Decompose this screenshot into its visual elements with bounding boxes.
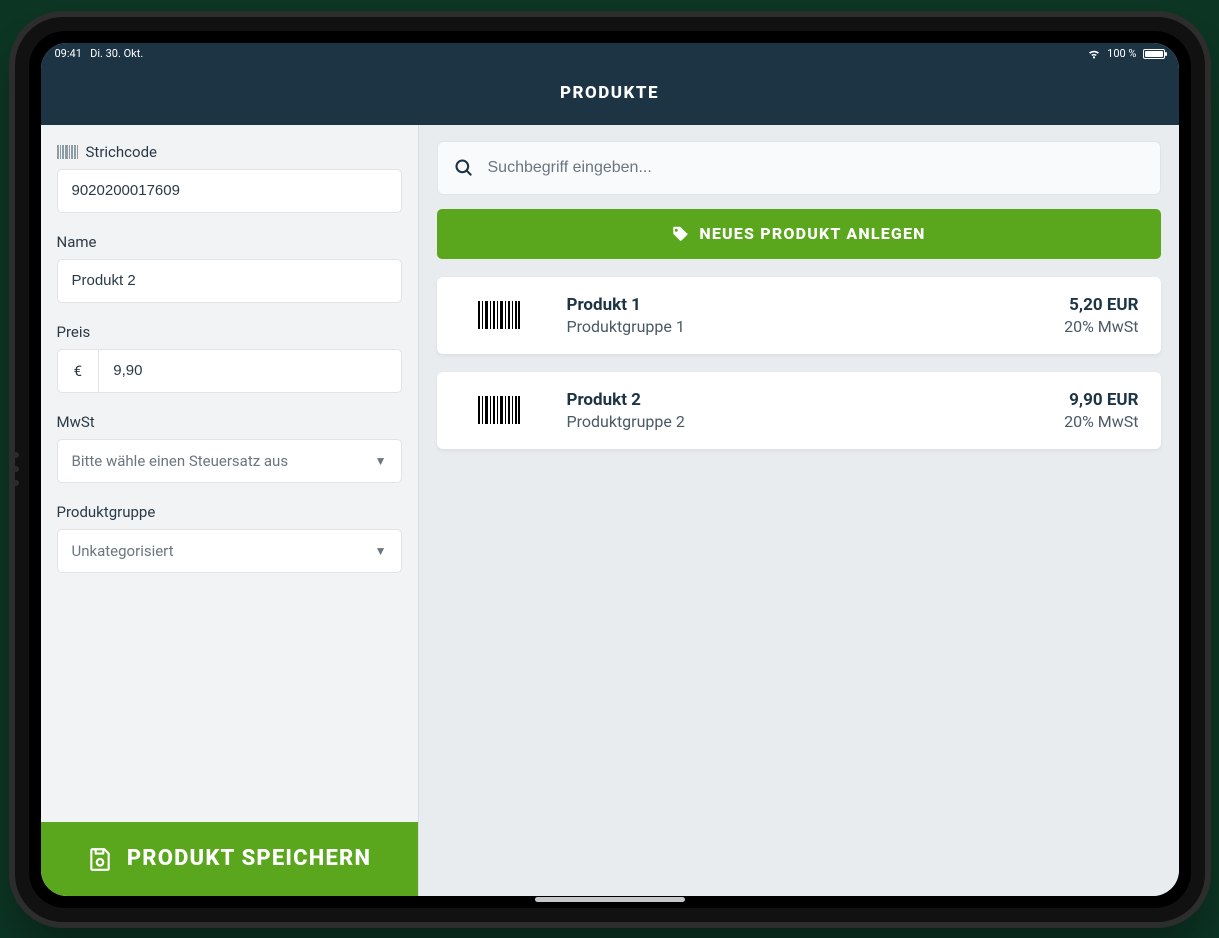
- save-icon: [87, 846, 113, 872]
- new-product-button-label: NEUES PRODUKT ANLEGEN: [699, 224, 925, 243]
- vat-label: MwSt: [57, 413, 402, 431]
- group-label: Produktgruppe: [57, 503, 402, 521]
- group-select[interactable]: Unkategorisiert ▼: [57, 529, 402, 573]
- battery-icon: [1143, 49, 1165, 59]
- product-tax: 20% MwSt: [1064, 317, 1138, 336]
- price-label: Preis: [57, 323, 402, 341]
- vat-select[interactable]: Bitte wähle einen Steuersatz aus ▼: [57, 439, 402, 483]
- price-input[interactable]: [98, 349, 401, 393]
- status-battery-text: 100 %: [1107, 47, 1136, 60]
- search-box[interactable]: [437, 141, 1161, 195]
- product-list-item[interactable]: Produkt 1 Produktgruppe 1 5,20 EUR 20% M…: [437, 277, 1161, 354]
- search-icon: [454, 158, 474, 178]
- chevron-down-icon: ▼: [375, 544, 387, 558]
- product-list-item[interactable]: Produkt 2 Produktgruppe 2 9,90 EUR 20% M…: [437, 372, 1161, 449]
- page-title: PRODUKTE: [41, 83, 1179, 103]
- barcode-input[interactable]: [57, 169, 402, 213]
- wifi-icon: [1087, 49, 1101, 59]
- currency-symbol: €: [57, 349, 99, 393]
- status-bar: 09:41 Di. 30. Okt. 100 %: [41, 43, 1179, 65]
- status-date: Di. 30. Okt.: [90, 47, 143, 60]
- save-product-button[interactable]: PRODUKT SPEICHERN: [41, 822, 418, 896]
- product-group: Produktgruppe 1: [567, 317, 1037, 336]
- product-price: 5,20 EUR: [1064, 295, 1138, 315]
- vat-select-value: Bitte wähle einen Steuersatz aus: [72, 452, 289, 470]
- product-group: Produktgruppe 2: [567, 412, 1037, 431]
- tag-icon: [671, 225, 689, 243]
- product-form-pane: Strichcode Name Preis: [41, 125, 419, 896]
- search-input[interactable]: [488, 159, 1144, 177]
- barcode-icon: [459, 301, 539, 329]
- product-name: Produkt 1: [567, 295, 1037, 315]
- product-tax: 20% MwSt: [1064, 412, 1138, 431]
- chevron-down-icon: ▼: [375, 454, 387, 468]
- product-price: 9,90 EUR: [1064, 390, 1138, 410]
- barcode-icon: [459, 396, 539, 424]
- save-button-label: PRODUKT SPEICHERN: [127, 846, 371, 871]
- product-list-pane: NEUES PRODUKT ANLEGEN Produkt 1 Produktg…: [419, 125, 1179, 896]
- name-label: Name: [57, 233, 402, 251]
- name-input[interactable]: [57, 259, 402, 303]
- status-time: 09:41: [55, 47, 82, 60]
- app-header: PRODUKTE: [41, 65, 1179, 125]
- barcode-label: Strichcode: [57, 143, 402, 161]
- new-product-button[interactable]: NEUES PRODUKT ANLEGEN: [437, 209, 1161, 259]
- barcode-icon: [57, 145, 78, 159]
- product-name: Produkt 2: [567, 390, 1037, 410]
- group-select-value: Unkategorisiert: [72, 542, 174, 560]
